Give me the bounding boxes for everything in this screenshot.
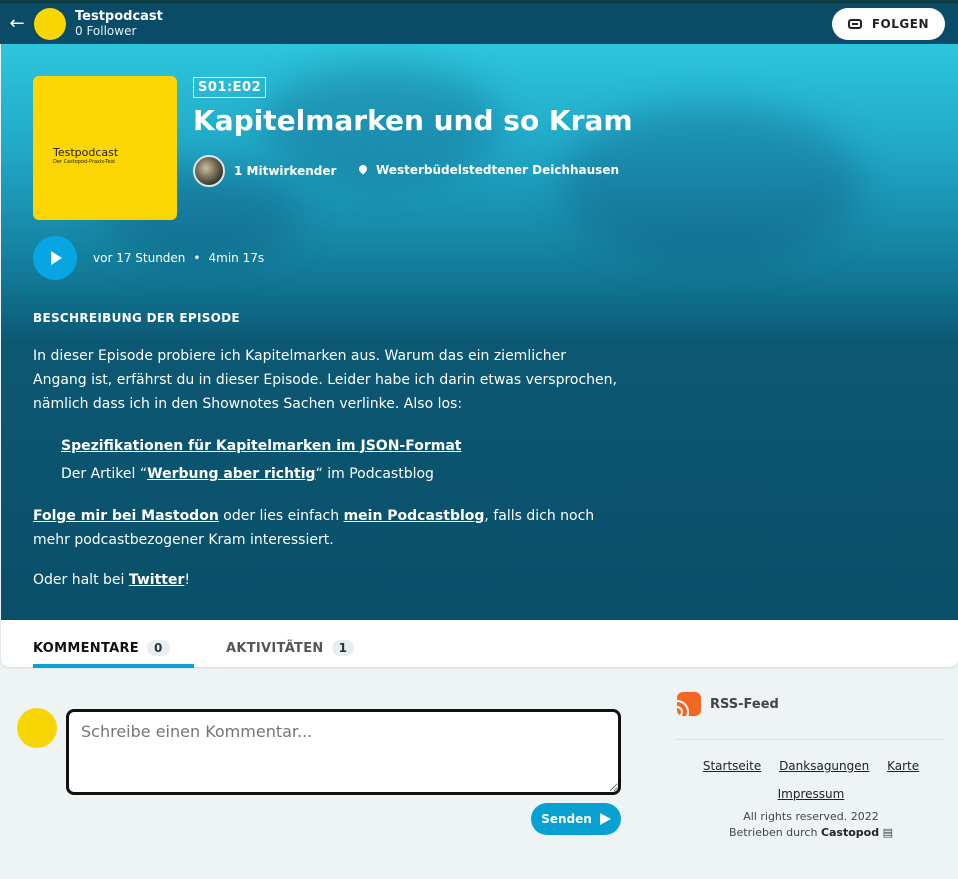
tab-label: AKTIVITÄTEN (226, 640, 324, 656)
episode-meta: vor 17 Stunden • 4min 17s (93, 251, 264, 265)
rss-label[interactable]: RSS-Feed (710, 697, 779, 712)
divider (677, 739, 945, 740)
cover-title: Testpodcast (53, 146, 119, 159)
episode-tabs: KOMMENTARE 0 AKTIVITÄTEN 1 (1, 620, 958, 668)
tab-count: 0 (146, 640, 170, 656)
shownotes-list: Spezifikationen für Kapitelmarken im JSO… (33, 432, 623, 488)
episode-hero: Testpodcast Der Castopod-Praxis-Test S01… (1, 44, 958, 620)
castopod-icon: ▤ (882, 826, 894, 839)
footer-link-danksagungen[interactable]: Danksagungen (779, 759, 869, 773)
location-label[interactable]: Westerbüdelstedtener Deichhausen (376, 163, 619, 177)
rss-icon (677, 692, 701, 716)
castopod-link[interactable]: Castopod (821, 826, 879, 839)
episode-title: Kapitelmarken und so Kram (193, 104, 633, 137)
werbung-link[interactable]: Werbung aber richtig (147, 466, 315, 482)
follow-label: FOLGEN (871, 17, 929, 31)
tab-label: KOMMENTARE (33, 640, 139, 656)
description-paragraph: Oder halt bei Twitter! (33, 568, 623, 592)
json-spec-link[interactable]: Spezifikationen für Kapitelmarken im JSO… (61, 438, 461, 454)
send-label: Senden (541, 812, 592, 826)
list-item: Der Artikel “Werbung aber richtig“ im Po… (61, 460, 623, 488)
play-button[interactable] (33, 236, 77, 280)
active-tab-indicator (33, 664, 194, 668)
description-paragraph: Folge mir bei Mastodon oder lies einfach… (33, 504, 623, 552)
contributor-avatar[interactable] (193, 155, 225, 187)
footer-link-startseite[interactable]: Startseite (703, 759, 761, 773)
play-icon (51, 251, 62, 265)
follow-button[interactable]: FOLGEN (831, 8, 945, 40)
list-item: Spezifikationen für Kapitelmarken im JSO… (61, 432, 623, 460)
description-heading: BESCHREIBUNG DER EPISODE (33, 311, 240, 325)
p-text: oder lies einfach (218, 508, 344, 524)
meta-separator: • (193, 251, 201, 265)
location-pin-icon (359, 165, 367, 175)
send-icon (599, 813, 611, 825)
li-text: “ im Podcastblog (315, 466, 434, 482)
powered-by: Betrieben durch Castopod ▤ (677, 825, 945, 841)
commenter-avatar (17, 708, 57, 748)
episode-description: In dieser Episode probiere ich Kapitelma… (33, 344, 623, 608)
podcast-info[interactable]: Testpodcast 0 Follower (75, 9, 163, 38)
contributors[interactable]: 1 Mitwirkender (193, 155, 336, 187)
footer-link-impressum[interactable]: Impressum (778, 787, 845, 801)
location[interactable]: Westerbüdelstedtener Deichhausen (359, 163, 619, 177)
li-text: Der Artikel “ (61, 466, 148, 482)
mastodon-link[interactable]: Folge mir bei Mastodon (33, 508, 219, 524)
p-text: ! (184, 572, 191, 588)
top-bar: ← Testpodcast 0 Follower FOLGEN (0, 0, 958, 44)
rights-text: All rights reserved. 2022 (743, 810, 879, 823)
tab-activities[interactable]: AKTIVITÄTEN 1 (226, 640, 355, 656)
season-episode-badge: S01:E02 (193, 77, 267, 98)
contributors-label[interactable]: 1 Mitwirkender (234, 164, 336, 178)
comment-input[interactable] (66, 709, 621, 795)
tab-count: 1 (331, 640, 355, 656)
follow-icon (847, 19, 862, 29)
follower-count: 0 Follower (75, 23, 137, 38)
footer-link-karte[interactable]: Karte (887, 759, 919, 773)
tab-comments[interactable]: KOMMENTARE 0 (33, 640, 194, 668)
duration: 4min 17s (208, 251, 265, 265)
rss-feed-link[interactable]: RSS-Feed (677, 692, 779, 716)
copyright: All rights reserved. 2022 Betrieben durc… (677, 809, 945, 841)
description-paragraph: In dieser Episode probiere ich Kapitelma… (33, 348, 617, 412)
published-time: vor 17 Stunden (93, 251, 186, 265)
p-text: Oder halt bei (33, 572, 129, 588)
episode-cover: Testpodcast Der Castopod-Praxis-Test (33, 76, 177, 220)
podcast-name[interactable]: Testpodcast (75, 9, 163, 24)
cover-subtitle: Der Castopod-Praxis-Test (53, 159, 116, 165)
send-button[interactable]: Senden (531, 803, 621, 835)
back-arrow-icon[interactable]: ← (0, 2, 34, 46)
podcastblog-link[interactable]: mein Podcastblog (344, 508, 485, 524)
podcast-avatar[interactable] (34, 7, 66, 40)
footer-links: Startseite Danksagungen Karte Impressum (677, 752, 945, 808)
powered-pre: Betrieben durch (728, 826, 821, 839)
twitter-link[interactable]: Twitter (129, 572, 185, 588)
